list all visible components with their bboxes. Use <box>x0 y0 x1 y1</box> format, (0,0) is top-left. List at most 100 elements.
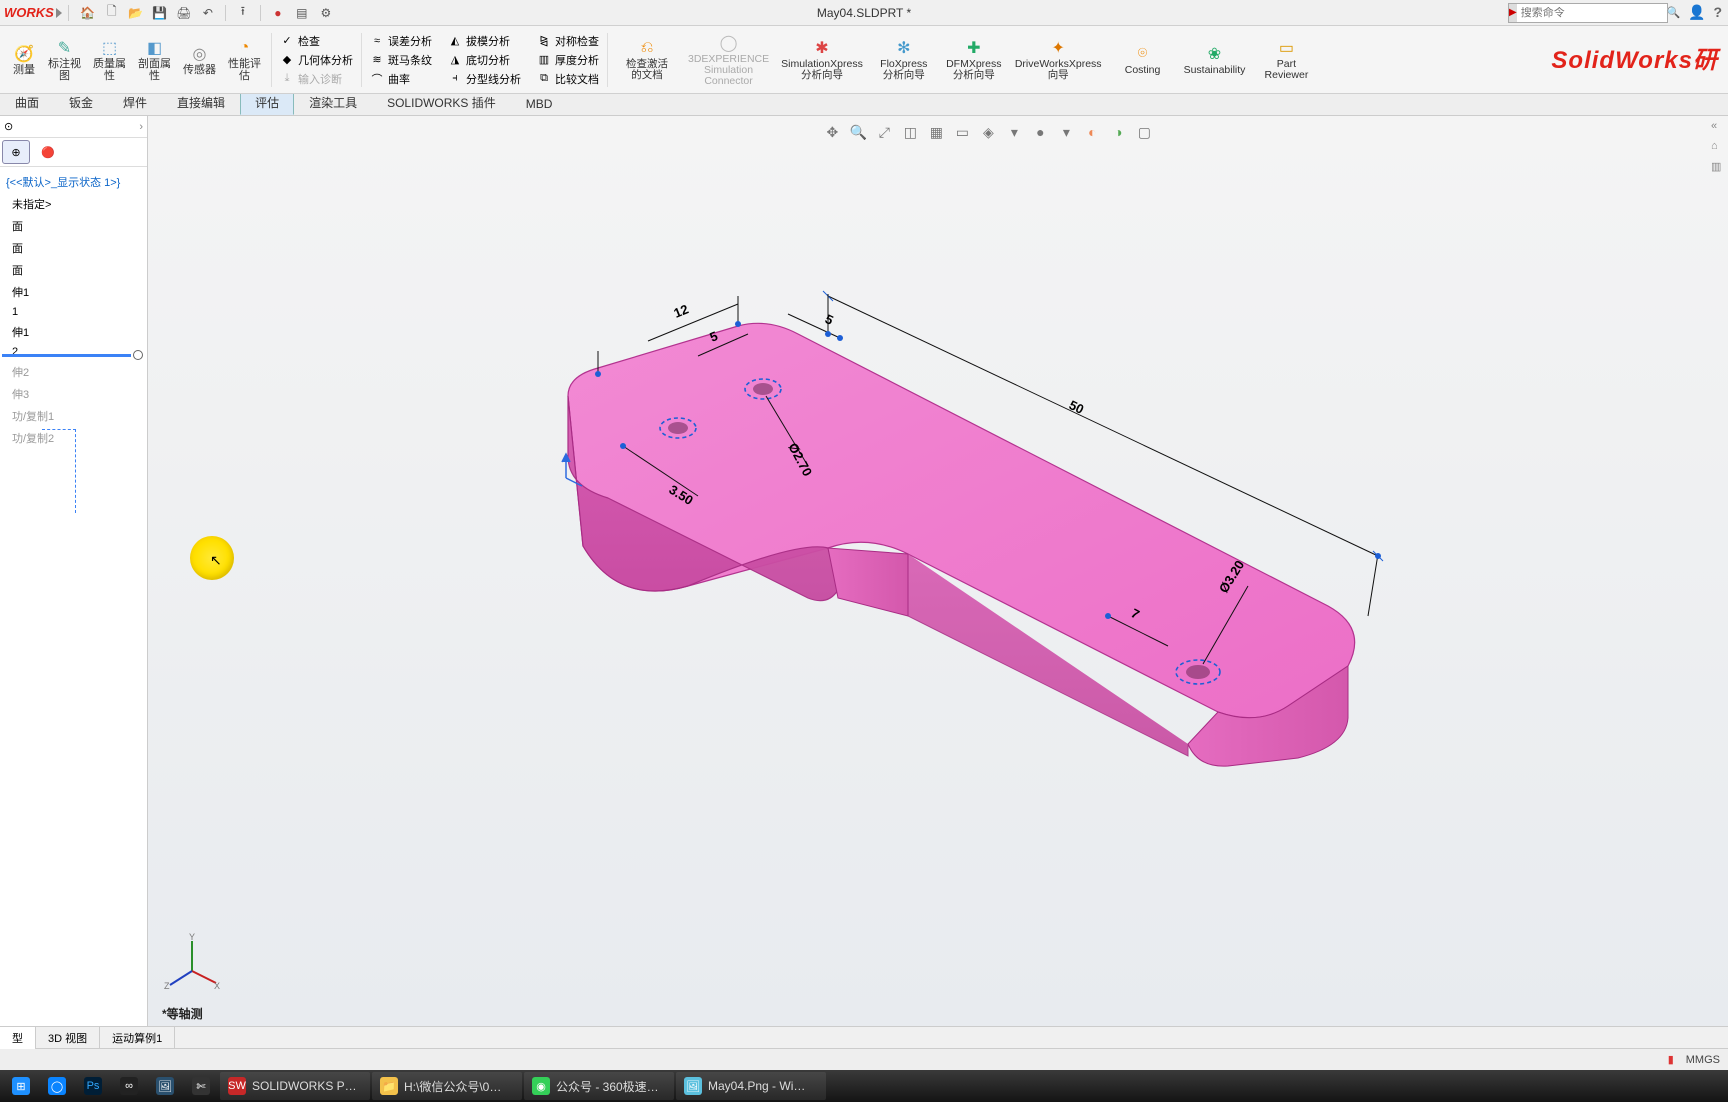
status-flag-icon[interactable]: ▮ <box>1668 1053 1674 1066</box>
rebuild-icon[interactable]: ● <box>269 4 287 22</box>
panel-tab-appearance[interactable]: 🔴 <box>34 140 62 164</box>
print-icon[interactable]: 🖨 <box>175 4 193 22</box>
panel-collapse-icon[interactable]: › <box>139 121 143 133</box>
bottom-tab-型[interactable]: 型 <box>0 1027 36 1049</box>
config-node[interactable]: {<<默认>_显示状态 1>} <box>2 171 145 193</box>
ribbon-厚度分析[interactable]: ▥厚度分析 <box>533 51 603 69</box>
settings-icon[interactable]: ⚙ <box>317 4 335 22</box>
tree-node[interactable]: 功/复制1 <box>2 405 145 427</box>
ribbon-拔模分析[interactable]: ◭拔模分析 <box>444 32 525 50</box>
select-icon[interactable]: ⭱ <box>234 4 252 22</box>
taskbar-item[interactable]: ◉公众号 - 360极速… <box>524 1072 674 1100</box>
panel-tab-feature[interactable]: ⊕ <box>2 140 30 164</box>
ribbon-DriveWorksXpress[interactable]: ✦DriveWorksXpress 向导 <box>1009 35 1108 83</box>
command-searchbox[interactable]: ▶ 🔍 <box>1508 3 1668 23</box>
taskbar-item[interactable]: 🖼 <box>148 1072 182 1100</box>
tree-node[interactable]: 伸1 <box>2 321 145 343</box>
taskbar-item[interactable]: ∞ <box>112 1072 146 1100</box>
search-play-icon[interactable]: ▶ <box>1509 4 1517 22</box>
user-icon[interactable]: 👤 <box>1688 4 1705 21</box>
tree-node[interactable]: 伸3 <box>2 383 145 405</box>
taskbar-item[interactable]: 📁H:\微信公众号\0… <box>372 1072 522 1100</box>
view-cube-icon[interactable]: ▦ <box>926 122 946 142</box>
display-style-icon[interactable]: ▭ <box>952 122 972 142</box>
ribbon-3DEXPERIENCE: ◯3DEXPERIENCE Simulation Connector <box>682 30 775 89</box>
taskbar-item[interactable]: ✄ <box>184 1072 218 1100</box>
brand-watermark: SolidWorks研 <box>1551 40 1718 75</box>
search-input[interactable] <box>1517 7 1667 19</box>
ribbon-斑马条纹[interactable]: ≋斑马条纹 <box>366 51 436 69</box>
feature-tree[interactable]: {<<默认>_显示状态 1>} 未指定>面面面伸11伸12伸2伸3功/复制1功/… <box>0 167 147 1026</box>
rollback-bar[interactable] <box>0 352 147 358</box>
panel-pin-icon[interactable]: ⊙ <box>4 120 13 133</box>
tree-node[interactable]: 未指定> <box>2 193 145 215</box>
bottom-tab-运动算例1[interactable]: 运动算例1 <box>100 1027 175 1049</box>
tree-node[interactable]: 面 <box>2 237 145 259</box>
ribbon-分型线分析[interactable]: ⫞分型线分析 <box>444 70 525 88</box>
ribbon-质量属性[interactable]: ⬚质量属 性 <box>87 35 132 84</box>
taskbar-item[interactable]: 🖼May04.Png - Wi… <box>676 1072 826 1100</box>
taskpane-home-icon[interactable]: ⌂ <box>1711 140 1727 156</box>
status-units[interactable]: MMGS <box>1686 1054 1720 1066</box>
undo-icon[interactable]: ↶ <box>199 4 217 22</box>
ribbon-检查[interactable]: ✓检查 <box>276 32 357 50</box>
apply-scene-icon[interactable]: ◑ <box>1108 122 1128 142</box>
ribbon-Sustainability[interactable]: ❀Sustainability <box>1178 41 1252 78</box>
view-triad[interactable]: Y X Z <box>164 931 224 996</box>
taskpane-toggle-icon[interactable]: « <box>1711 120 1727 136</box>
view-settings-icon[interactable]: ▢ <box>1134 122 1154 142</box>
logo-dropdown-icon[interactable] <box>56 8 62 18</box>
tree-node[interactable]: 面 <box>2 215 145 237</box>
ribbon-性能评估[interactable]: ◔性能评 估 <box>222 35 267 84</box>
ribbon-剖面属性[interactable]: ◧剖面属 性 <box>132 35 177 84</box>
zoom-fit-icon[interactable]: ⤢ <box>874 122 894 142</box>
ribbon-传感器[interactable]: ◎传感器 <box>177 41 222 79</box>
ribbon-对称检查[interactable]: ⧎对称检查 <box>533 32 603 50</box>
tree-node[interactable]: 面 <box>2 259 145 281</box>
orient-icon[interactable]: ✥ <box>822 122 842 142</box>
search-icon[interactable]: 🔍 <box>1667 6 1681 19</box>
help-icon[interactable]: ? <box>1713 4 1722 21</box>
save-icon[interactable]: 💾 <box>151 4 169 22</box>
scene-icon[interactable]: ▾ <box>1004 122 1024 142</box>
ribbon-比较文档[interactable]: ⧉比较文档 <box>533 70 603 88</box>
ribbon-标注视图[interactable]: ✎标注视 图 <box>42 35 87 84</box>
section-icon[interactable]: ◫ <box>900 122 920 142</box>
taskbar-item[interactable]: ⊞ <box>4 1072 38 1100</box>
taskpane-lib-icon[interactable]: ▥ <box>1711 160 1727 176</box>
tree-node[interactable]: 1 <box>2 303 145 321</box>
hide-show-icon[interactable]: ◈ <box>978 122 998 142</box>
ribbon-DFMXpress[interactable]: ✚DFMXpress 分析向导 <box>939 35 1009 83</box>
taskbar-item[interactable]: ◯ <box>40 1072 74 1100</box>
new-icon[interactable]: 🗋 <box>103 4 121 22</box>
ribbon-SimulationXpress[interactable]: ✱SimulationXpress 分析向导 <box>775 35 869 83</box>
viewport[interactable]: ✥ 🔍 ⤢ ◫ ▦ ▭ ◈ ▾ ● ▾ ◐ ◑ ▢ <box>148 116 1728 1026</box>
taskbar-item[interactable]: SWSOLIDWORKS P… <box>220 1072 370 1100</box>
command-tabs: 曲面钣金焊件直接编辑评估渲染工具SOLIDWORKS 插件MBD <box>0 94 1728 116</box>
taskbar-item[interactable]: Ps <box>76 1072 110 1100</box>
ribbon-几何体分析[interactable]: ◆几何体分析 <box>276 51 357 69</box>
home-icon[interactable]: 🏠 <box>79 4 97 22</box>
edit-scene-icon[interactable]: ◐ <box>1082 122 1102 142</box>
ribbon-FloXpress[interactable]: ✻FloXpress 分析向导 <box>869 35 939 83</box>
logo-text: WORKS <box>4 5 54 20</box>
tree-node[interactable]: 伸2 <box>2 361 145 383</box>
ribbon-测量[interactable]: 🧭测量 <box>6 41 42 79</box>
appearance-icon[interactable]: ● <box>1030 122 1050 142</box>
titlebar-right: 👤 ? <box>1688 4 1722 21</box>
ribbon-曲率[interactable]: ⌒曲率 <box>366 70 436 88</box>
zoom-icon[interactable]: 🔍 <box>848 122 868 142</box>
options-icon[interactable]: ▤ <box>293 4 311 22</box>
ribbon-Costing[interactable]: ⌾Costing <box>1108 41 1178 78</box>
dim-50: 50 <box>1067 397 1087 417</box>
tree-node[interactable]: 伸1 <box>2 281 145 303</box>
ribbon-底切分析[interactable]: ◮底切分析 <box>444 51 525 69</box>
ribbon-检查激活[interactable]: ⎌检查激活 的文档 <box>612 35 682 83</box>
ribbon-误差分析[interactable]: ≈误差分析 <box>366 32 436 50</box>
bottom-tab-3D 视图[interactable]: 3D 视图 <box>36 1027 100 1049</box>
open-icon[interactable]: 📂 <box>127 4 145 22</box>
ribbon-Part[interactable]: ▭Part Reviewer <box>1251 35 1321 83</box>
tab-MBD[interactable]: MBD <box>511 93 568 115</box>
dim-12: 12 <box>672 301 691 320</box>
render-icon[interactable]: ▾ <box>1056 122 1076 142</box>
